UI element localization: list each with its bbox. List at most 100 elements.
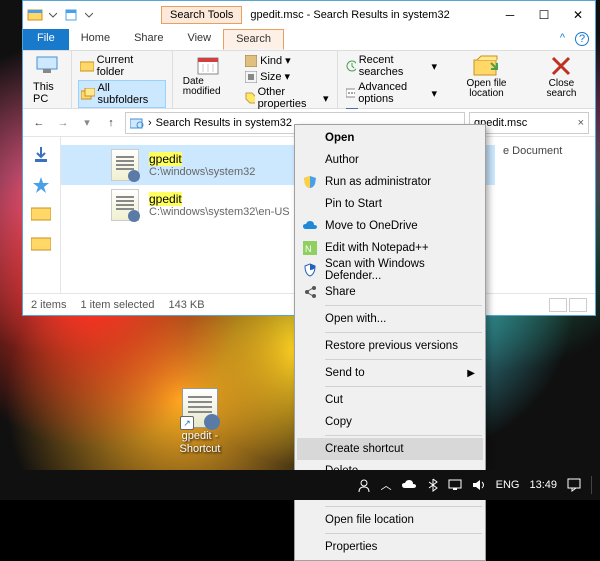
ctx-separator [325, 533, 482, 534]
all-subfolders-button[interactable]: All subfolders [78, 80, 166, 108]
tab-share[interactable]: Share [122, 29, 175, 50]
close-search-button[interactable]: Close search [534, 53, 589, 101]
search-value: gpedit.msc [474, 117, 574, 129]
status-item-count: 2 items [31, 299, 66, 311]
tab-view[interactable]: View [175, 29, 223, 50]
dropdown-icon: ▾ [285, 70, 291, 83]
action-center-icon[interactable] [567, 478, 581, 492]
ctx-pin-start[interactable]: Pin to Start [297, 193, 483, 215]
kind-button[interactable]: Kind▾ [243, 53, 330, 68]
ctx-open-with[interactable]: Open with... [297, 308, 483, 330]
nav-forward-button[interactable]: → [53, 113, 73, 133]
tab-home[interactable]: Home [69, 29, 122, 50]
ctx-separator [325, 305, 482, 306]
nav-up-button[interactable]: ↑ [101, 113, 121, 133]
nav-back-button[interactable]: ← [29, 113, 49, 133]
status-selected: 1 item selected [80, 299, 154, 311]
system-tray: ︿ ENG 13:49 [357, 476, 600, 494]
nav-recent-button[interactable]: ▾ [77, 113, 97, 133]
ctx-share[interactable]: Share [297, 281, 483, 303]
clear-search-icon[interactable]: × [578, 117, 584, 129]
current-folder-button[interactable]: Current folder [78, 53, 166, 79]
details-view-button[interactable] [549, 298, 567, 312]
search-box[interactable]: gpedit.msc × [469, 112, 589, 134]
ribbon-tabs: File Home Share View Search ^ ? [23, 29, 595, 51]
folder-nav-icon[interactable] [31, 235, 53, 257]
chevron-right-icon: ▶ [467, 368, 475, 379]
tray-chevron-icon[interactable]: ︿ [381, 477, 392, 493]
ctx-separator [325, 359, 482, 360]
advanced-options-button[interactable]: Advanced options▾ [344, 80, 440, 106]
cloud-icon [302, 218, 318, 234]
taskbar[interactable]: ︿ ENG 13:49 [0, 470, 600, 500]
open-file-location-button[interactable]: Open file location [451, 53, 522, 101]
ctx-copy[interactable]: Copy [297, 411, 483, 433]
clock[interactable]: 13:49 [529, 479, 557, 491]
search-folder-icon [130, 117, 144, 129]
properties-icon[interactable] [63, 7, 79, 23]
shield-icon [302, 174, 318, 190]
file-menu[interactable]: File [23, 29, 69, 50]
calendar-icon [197, 55, 219, 75]
ctx-send-to[interactable]: Send to▶ [297, 362, 483, 384]
size-button[interactable]: Size▾ [243, 69, 330, 84]
qat-dropdown-icon[interactable] [45, 7, 61, 23]
ctx-restore[interactable]: Restore previous versions [297, 335, 483, 357]
file-path: C:\windows\system32\en-US [149, 206, 290, 218]
ribbon-group-thispc: This PC [23, 51, 72, 108]
date-modified-button[interactable]: Date modified [179, 53, 237, 111]
desktop-shortcut[interactable]: ↗ gpedit - Shortcut [170, 388, 230, 456]
dropdown-icon: ▾ [323, 92, 329, 105]
window-controls: ─ ☐ ✕ [493, 4, 595, 26]
icons-view-button[interactable] [569, 298, 587, 312]
qat-dropdown2-icon[interactable] [81, 7, 97, 23]
pc-icon [35, 55, 59, 79]
show-desktop-button[interactable] [591, 476, 592, 494]
tab-search[interactable]: Search [223, 29, 284, 50]
ctx-defender[interactable]: Scan with Windows Defender... [297, 259, 483, 281]
help-icon[interactable]: ? [575, 32, 589, 46]
shortcut-arrow-icon: ↗ [180, 416, 194, 430]
onedrive-tray-icon[interactable] [402, 480, 418, 490]
ctx-notepadpp[interactable]: NEdit with Notepad++ [297, 237, 483, 259]
ctx-open-location[interactable]: Open file location [297, 509, 483, 531]
downloads-icon[interactable] [31, 145, 53, 167]
quick-access-icon[interactable] [31, 175, 53, 197]
explorer-icon [27, 7, 43, 23]
chevron-right-icon[interactable]: › [148, 117, 152, 129]
ctx-create-shortcut[interactable]: Create shortcut [297, 438, 483, 460]
bluetooth-icon[interactable] [428, 478, 438, 492]
notepadpp-icon: N [302, 240, 318, 256]
shortcut-file-icon: ↗ [182, 388, 218, 428]
share-icon [302, 284, 318, 300]
close-button[interactable]: ✕ [561, 4, 595, 26]
ribbon-close-search: Close search [528, 51, 595, 108]
ctx-separator [325, 332, 482, 333]
status-size: 143 KB [168, 299, 204, 311]
this-pc-button[interactable]: This PC [29, 53, 65, 107]
ctx-run-admin[interactable]: Run as administrator [297, 171, 483, 193]
language-indicator[interactable]: ENG [496, 479, 520, 491]
breadcrumb[interactable]: Search Results in system32 [156, 117, 292, 129]
people-icon[interactable] [357, 478, 371, 492]
file-path: C:\windows\system32 [149, 166, 255, 178]
ctx-author[interactable]: Author [297, 149, 483, 171]
recent-searches-button[interactable]: Recent searches▾ [344, 53, 440, 79]
other-properties-button[interactable]: Other properties▾ [243, 85, 330, 111]
ctx-separator [325, 386, 482, 387]
ctx-onedrive[interactable]: Move to OneDrive [297, 215, 483, 237]
size-icon [245, 71, 257, 83]
folder-icon [80, 60, 94, 72]
network-icon[interactable] [448, 479, 462, 491]
ribbon-toggle-icon[interactable]: ^ [550, 29, 575, 50]
ctx-cut[interactable]: Cut [297, 389, 483, 411]
maximize-button[interactable]: ☐ [527, 4, 561, 26]
folder-nav-icon[interactable] [31, 205, 53, 227]
ctx-properties[interactable]: Properties [297, 536, 483, 558]
ribbon: This PC Current folder All subfolders Se… [23, 51, 595, 109]
contextual-tab-label: Search Tools [161, 6, 242, 24]
minimize-button[interactable]: ─ [493, 4, 527, 26]
volume-icon[interactable] [472, 479, 486, 491]
file-name: gpedit [149, 152, 255, 166]
ctx-open[interactable]: Open [297, 127, 483, 149]
